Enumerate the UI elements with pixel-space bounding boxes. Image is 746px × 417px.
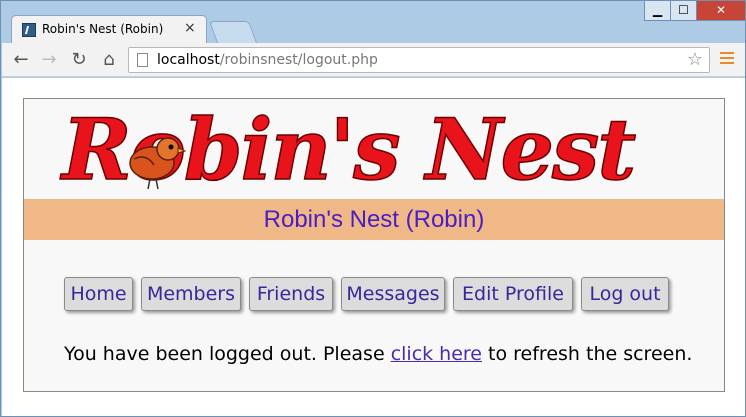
- browser-toolbar: ← → ↻ ⌂ localhost/robinsnest/logout.php …: [2, 43, 745, 77]
- browser-menu-icon[interactable]: [720, 52, 734, 66]
- forward-arrow-icon[interactable]: →: [38, 49, 60, 71]
- minimize-button[interactable]: ▁: [644, 1, 671, 21]
- menu-logout-button[interactable]: Log out: [581, 277, 669, 311]
- maximize-button[interactable]: ☐: [670, 1, 697, 21]
- tab-close-icon[interactable]: ×: [184, 20, 196, 36]
- menu-friends-button[interactable]: Friends: [249, 277, 333, 311]
- menu-members-button[interactable]: Members: [141, 277, 241, 311]
- tab-title: Robin's Nest (Robin): [42, 22, 164, 36]
- page-icon: [137, 53, 148, 67]
- address-bar[interactable]: localhost/robinsnest/logout.php ☆: [128, 47, 710, 73]
- message-text-before: You have been logged out. Please: [64, 343, 391, 365]
- site-header-bar: Robin's Nest (Robin): [24, 199, 724, 240]
- site-container: Robin's Nest Robin's Nest (Robin) Home M…: [23, 98, 725, 392]
- new-tab-button[interactable]: [208, 21, 258, 43]
- browser-tab[interactable]: Robin's Nest (Robin) ×: [11, 15, 207, 43]
- url-path: /robinsnest/logout.php: [219, 52, 378, 68]
- reload-icon[interactable]: ↻: [68, 49, 90, 71]
- menu-edit-profile-button[interactable]: Edit Profile: [453, 277, 573, 311]
- back-arrow-icon[interactable]: ←: [10, 49, 32, 71]
- url-host: localhost: [157, 52, 220, 68]
- close-window-button[interactable]: ✕: [696, 1, 746, 21]
- home-icon[interactable]: ⌂: [98, 49, 120, 71]
- bookmark-star-icon[interactable]: ☆: [687, 49, 703, 70]
- robin-bird-icon: [129, 137, 186, 190]
- page-viewport: Robin's Nest Robin's Nest (Robin) Home M…: [2, 78, 745, 416]
- url-text[interactable]: localhost/robinsnest/logout.php: [157, 52, 378, 68]
- logout-message: You have been logged out. Please click h…: [64, 343, 692, 365]
- browser-window: Robin's Nest (Robin) × ▁ ☐ ✕ ← → ↻ ⌂ loc…: [0, 0, 746, 417]
- site-favicon-icon: [22, 23, 36, 37]
- menu-home-button[interactable]: Home: [64, 277, 133, 311]
- site-header-title: Robin's Nest (Robin): [263, 206, 485, 233]
- message-text-after: to refresh the screen.: [482, 343, 693, 365]
- menu-messages-button[interactable]: Messages: [341, 277, 445, 311]
- refresh-link[interactable]: click here: [391, 343, 482, 365]
